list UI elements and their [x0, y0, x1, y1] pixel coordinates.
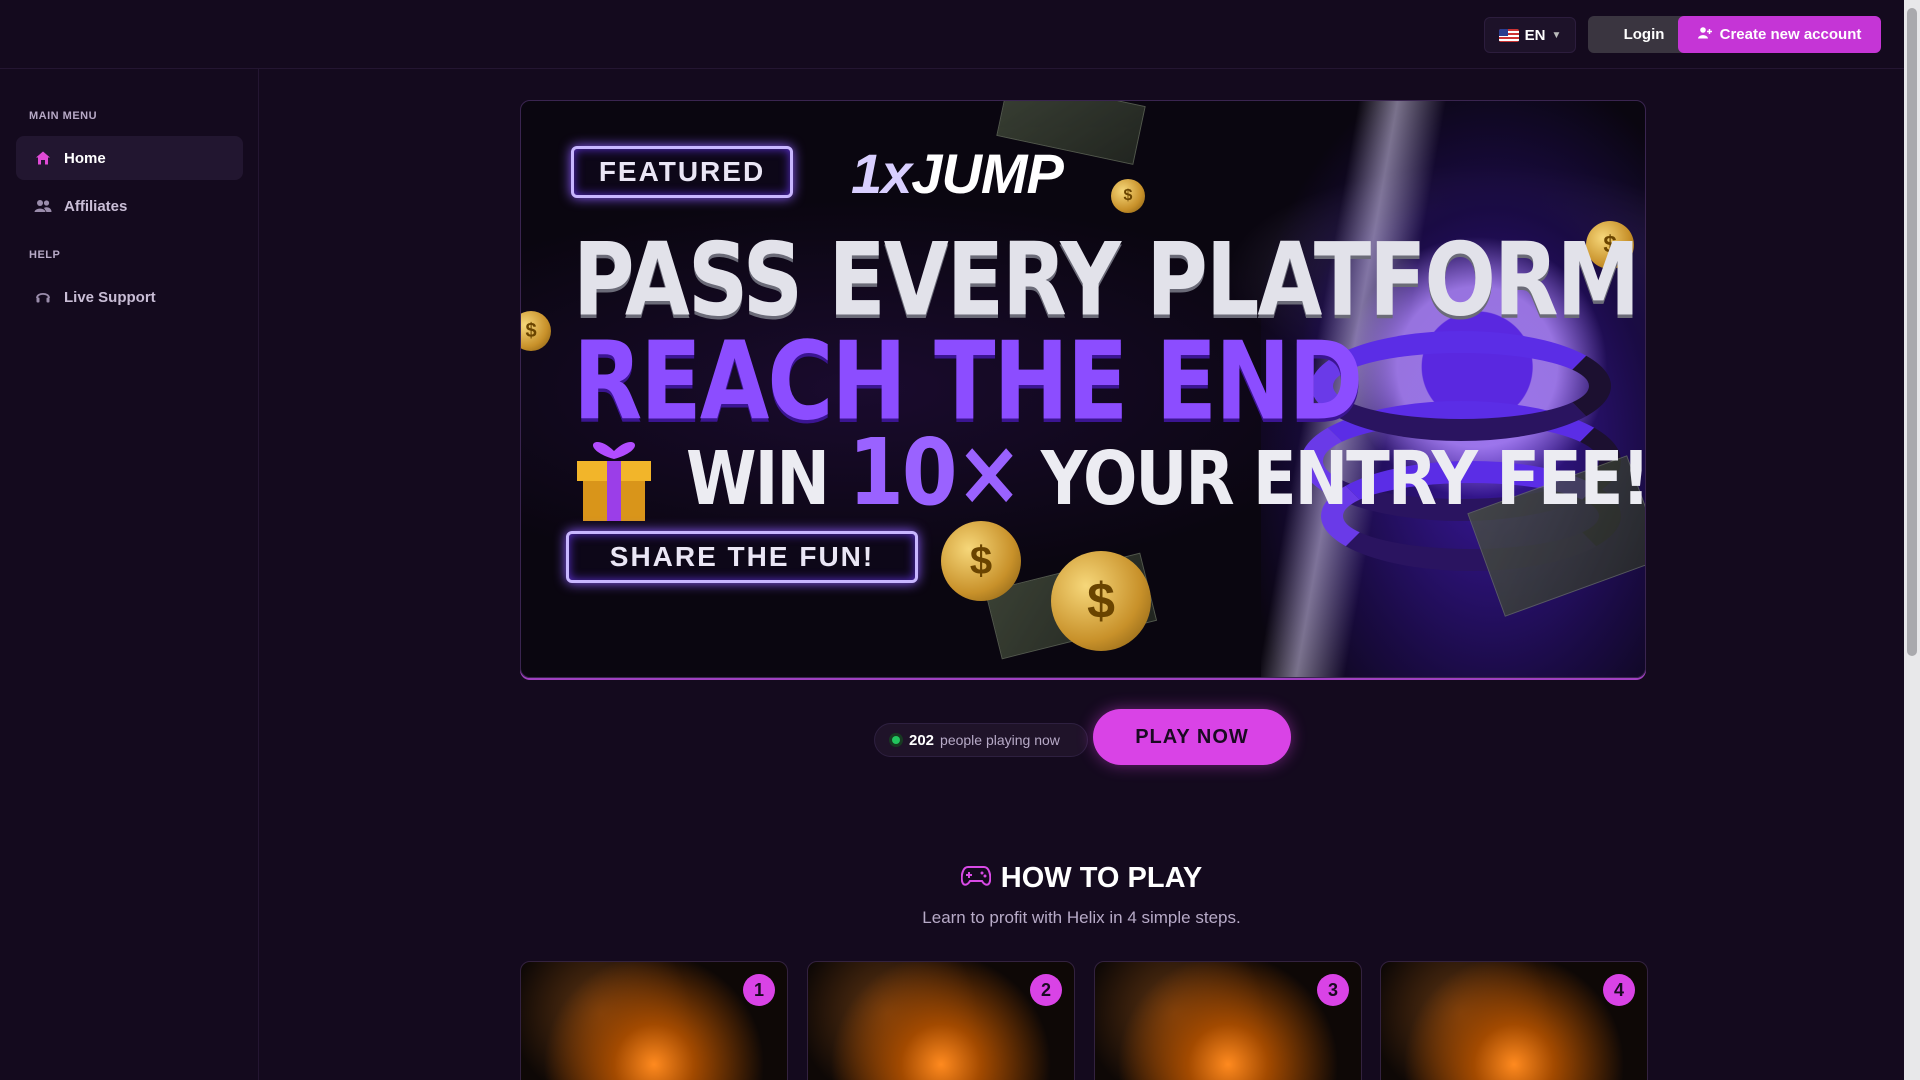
home-icon	[34, 149, 52, 167]
us-flag-icon	[1498, 28, 1519, 42]
coin-icon: $	[941, 521, 1021, 601]
create-account-button[interactable]: Create new account	[1678, 16, 1881, 53]
sidebar-item-live-support[interactable]: Live Support	[16, 275, 243, 319]
step-card-2[interactable]: 2	[807, 961, 1075, 1080]
featured-banner[interactable]: $ $ $ $ $ FEATURED 1xJUMP PASS EVERY PLA…	[520, 100, 1646, 678]
sidebar-item-label: Home	[64, 149, 106, 167]
game-logo: 1xJUMP	[851, 142, 1064, 205]
sidebar-item-label: Affiliates	[64, 197, 128, 215]
how-to-play-heading: HOW TO PLAY	[0, 862, 1904, 895]
banner-share-tag: SHARE THE FUN!	[566, 531, 918, 583]
coin-icon: $	[521, 311, 551, 351]
chevron-down-icon: ▼	[1551, 29, 1562, 41]
sidebar-item-affiliates[interactable]: Affiliates	[16, 184, 243, 228]
gamepad-icon	[960, 862, 992, 895]
sidebar-section-help: HELP	[29, 249, 61, 261]
step-card-3[interactable]: 3	[1094, 961, 1362, 1080]
step-card-1[interactable]: 1	[520, 961, 788, 1080]
coin-icon: $	[1051, 551, 1151, 651]
players-label: people playing now	[940, 732, 1060, 748]
step-number-badge: 4	[1603, 974, 1635, 1006]
step-number-badge: 1	[743, 974, 775, 1006]
create-account-label: Create new account	[1719, 26, 1862, 43]
scrollbar-thumb[interactable]	[1907, 8, 1917, 656]
players-online-badge: 202 people playing now	[874, 723, 1088, 757]
sidebar-item-home[interactable]: Home	[16, 136, 243, 180]
coin-icon: $	[1111, 179, 1145, 213]
gift-icon	[569, 431, 659, 523]
sidebar-section-main-menu: MAIN MENU	[29, 110, 98, 122]
play-now-button[interactable]: PLAY NOW	[1093, 709, 1291, 765]
banner-reward-text: WIN 10× YOUR ENTRY FEE!	[686, 419, 1646, 526]
add-user-icon	[1697, 26, 1712, 43]
how-to-play-subtitle: Learn to profit with Helix in 4 simple s…	[922, 908, 1241, 927]
players-count: 202	[909, 731, 935, 749]
step-card-4[interactable]: 4	[1380, 961, 1648, 1080]
top-header: EN ▼ Login Create new account	[0, 0, 1904, 69]
users-icon	[34, 197, 52, 215]
step-number-badge: 3	[1317, 974, 1349, 1006]
sidebar-item-label: Live Support	[64, 288, 156, 306]
language-label: EN	[1524, 26, 1546, 44]
headset-icon	[34, 288, 52, 306]
language-selector[interactable]: EN ▼	[1484, 17, 1576, 53]
online-status-icon	[889, 733, 903, 747]
step-number-badge: 2	[1030, 974, 1062, 1006]
section-title: HOW TO PLAY	[1000, 862, 1203, 894]
banner-featured-tag: FEATURED	[571, 146, 793, 198]
